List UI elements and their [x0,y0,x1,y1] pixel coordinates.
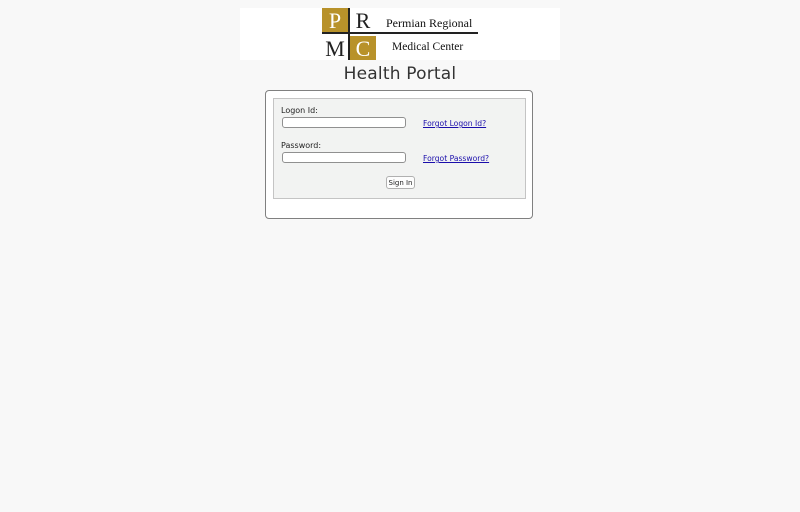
prmc-logo: P R M C Permian Regional Medical Center [322,8,478,60]
logo-letter-r: R [356,8,371,33]
login-form: Logon Id: Forgot Logon Id? Password: For… [273,98,526,199]
password-input[interactable] [282,152,406,163]
logo-letter-c: C [356,36,371,60]
logon-id-input[interactable] [282,117,406,128]
page-title: Health Portal [343,64,457,84]
password-label: Password: [281,141,322,150]
logo-line1: Permian Regional [386,16,473,30]
forgot-logon-link[interactable]: Forgot Logon Id? [423,119,486,128]
login-panel: Logon Id: Forgot Logon Id? Password: For… [265,90,533,219]
logo-letter-p: P [329,8,341,33]
logo-banner: P R M C Permian Regional Medical Center [240,8,560,60]
sign-in-button[interactable]: Sign In [386,176,415,189]
logon-id-label: Logon Id: [281,106,318,115]
logo-line2: Medical Center [392,41,463,53]
logo-letter-m: M [325,36,345,60]
forgot-password-link[interactable]: Forgot Password? [423,154,489,163]
